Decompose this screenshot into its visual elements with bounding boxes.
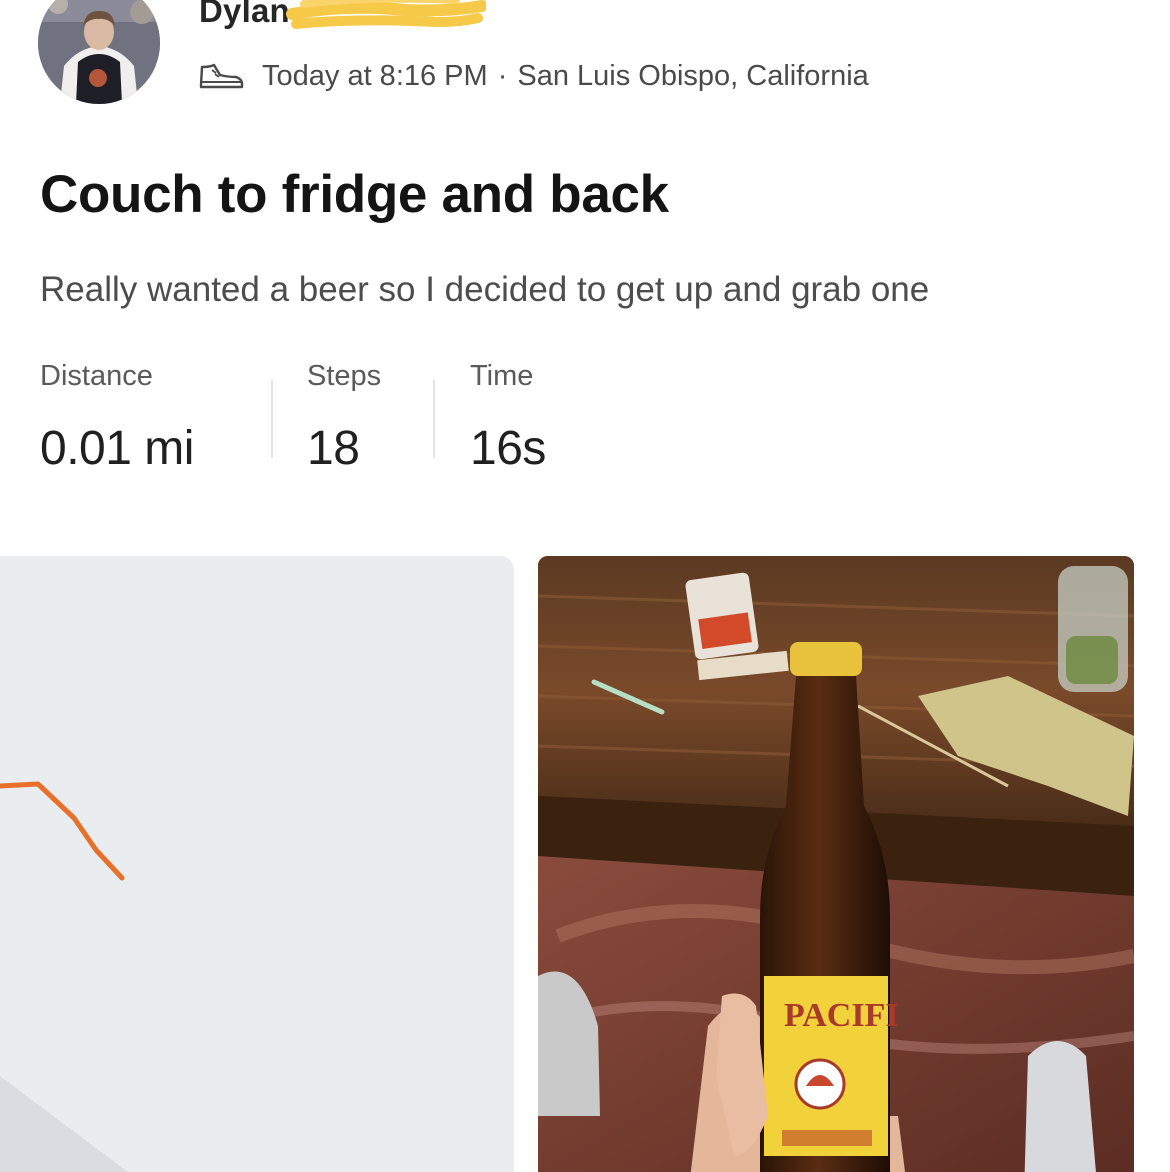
post-location[interactable]: San Luis Obispo, California — [517, 60, 868, 93]
stat-steps: Steps 18 — [307, 360, 381, 476]
route-map[interactable] — [0, 556, 514, 1172]
name-redaction-scribble — [286, 0, 486, 29]
stat-value: 16s — [470, 422, 546, 475]
shoe-icon — [199, 63, 244, 89]
stat-divider — [433, 380, 435, 458]
stat-time: Time 16s — [470, 360, 546, 476]
activity-description: Really wanted a beer so I decided to get… — [40, 270, 930, 309]
beer-photo[interactable]: PACIFI — [538, 556, 1134, 1172]
stat-value: 18 — [307, 422, 360, 475]
activity-post: Dylan Today at 8:16 PM · San Luis Obispo… — [0, 0, 1170, 1172]
svg-text:PACIFI: PACIFI — [784, 997, 899, 1034]
stat-label: Steps — [307, 360, 382, 392]
stat-label: Time — [470, 360, 534, 392]
user-name[interactable]: Dylan — [199, 0, 290, 30]
post-timestamp: Today at 8:16 PM — [262, 59, 488, 92]
beer-photo-image: PACIFI — [538, 556, 1134, 1172]
stat-value: 0.01 mi — [40, 422, 194, 475]
meta-separator: · — [497, 59, 508, 92]
stat-distance: Distance 0.01 mi — [40, 360, 194, 476]
avatar[interactable] — [38, 0, 160, 104]
post-meta: Today at 8:16 PM · San Luis Obispo, Cali… — [198, 56, 869, 96]
activity-title[interactable]: Couch to fridge and back — [40, 164, 669, 225]
stat-divider — [271, 380, 273, 458]
route-map-canvas — [0, 556, 514, 1172]
avatar-photo — [38, 0, 160, 104]
stat-label: Distance — [40, 360, 153, 392]
